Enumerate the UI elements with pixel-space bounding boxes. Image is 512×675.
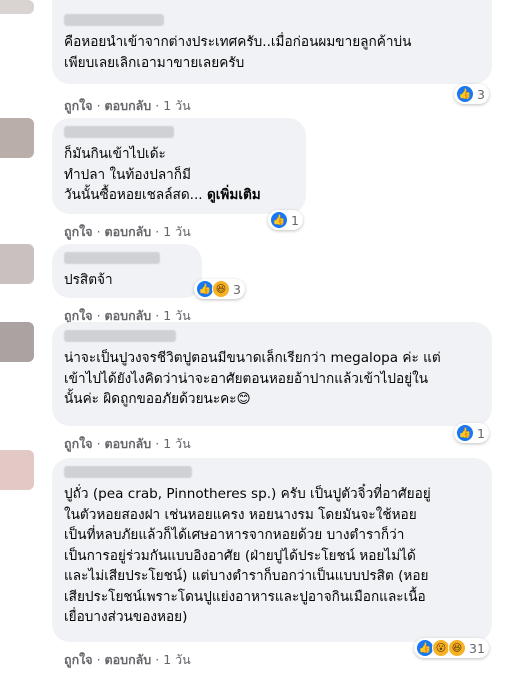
timestamp[interactable]: 1 วัน	[163, 308, 191, 323]
avatar[interactable]	[0, 322, 34, 362]
comment-actions: ถูกใจ · ตอบกลับ · 1 วัน	[64, 436, 191, 451]
like-button[interactable]: ถูกใจ	[64, 98, 93, 113]
like-button[interactable]: ถูกใจ	[64, 652, 93, 667]
timestamp[interactable]: 1 วัน	[163, 224, 191, 239]
comment-bubble: ปูถั่ว (pea crab, Pinnotheres sp.) ครับ …	[52, 458, 492, 642]
reaction-count: 1	[291, 212, 299, 228]
haha-icon: 😆	[448, 639, 466, 657]
timestamp[interactable]: 1 วัน	[163, 436, 191, 451]
reaction-count: 31	[469, 640, 485, 656]
like-icon: 👍	[456, 424, 474, 442]
avatar[interactable]	[0, 244, 34, 284]
comment-bubble: คือหอยนำเข้าจากต่างประเทศครับ..เมื่อก่อน…	[52, 0, 492, 84]
comment-actions: ถูกใจ · ตอบกลับ · 1 วัน	[64, 652, 191, 667]
reaction-summary[interactable]: 👍 1	[454, 423, 489, 443]
comment-body: ก็มันกินเข้าไปเด้ะ ทำปลา ในท้องปลาก็มี ว…	[64, 146, 203, 203]
commenter-name[interactable]	[64, 14, 164, 26]
reaction-count: 3	[477, 86, 485, 102]
reaction-count: 1	[477, 425, 485, 441]
comment-text: ปูถั่ว (pea crab, Pinnotheres sp.) ครับ …	[64, 486, 431, 625]
avatar[interactable]	[0, 0, 34, 14]
like-button[interactable]: ถูกใจ	[64, 224, 93, 239]
avatar[interactable]	[0, 450, 34, 490]
reaction-count: 3	[233, 281, 241, 297]
comment-bubble: ปรสิตจ้า	[52, 244, 202, 298]
timestamp[interactable]: 1 วัน	[163, 98, 191, 113]
comment-text: คือหอยนำเข้าจากต่างประเทศครับ..เมื่อก่อน…	[64, 34, 412, 71]
reply-button[interactable]: ตอบกลับ	[105, 98, 152, 113]
commenter-name[interactable]	[64, 330, 176, 342]
comment-bubble: น่าจะเป็นปูวงจรชีวิตปูตอนมีขนาดเล็กเรียก…	[52, 322, 492, 426]
reply-button[interactable]: ตอบกลับ	[105, 224, 152, 239]
commenter-name[interactable]	[64, 252, 160, 264]
like-button[interactable]: ถูกใจ	[64, 436, 93, 451]
like-icon: 👍	[270, 211, 288, 229]
comment-actions: ถูกใจ · ตอบกลับ · 1 วัน	[64, 98, 191, 113]
comment-bubble: ก็มันกินเข้าไปเด้ะ ทำปลา ในท้องปลาก็มี ว…	[52, 118, 306, 214]
reaction-summary[interactable]: 👍 1	[268, 210, 303, 230]
comment-text: ปรสิตจ้า	[64, 272, 113, 288]
comment-text: น่าจะเป็นปูวงจรชีวิตปูตอนมีขนาดเล็กเรียก…	[64, 350, 441, 407]
see-more-link[interactable]: ดูเพิ่มเติม	[207, 187, 261, 203]
reaction-summary[interactable]: 👍 😮 😆 31	[414, 638, 489, 658]
reaction-summary[interactable]: 👍 3	[454, 84, 489, 104]
commenter-name[interactable]	[64, 126, 174, 138]
commenter-name[interactable]	[64, 466, 192, 478]
comment-text: ก็มันกินเข้าไปเด้ะ ทำปลา ในท้องปลาก็มี ว…	[64, 144, 294, 206]
comment-actions: ถูกใจ · ตอบกลับ · 1 วัน	[64, 224, 191, 239]
reply-button[interactable]: ตอบกลับ	[105, 308, 152, 323]
like-button[interactable]: ถูกใจ	[64, 308, 93, 323]
reaction-summary[interactable]: 👍 😆 3	[194, 279, 245, 299]
haha-icon: 😆	[212, 280, 230, 298]
like-icon: 👍	[456, 85, 474, 103]
reply-button[interactable]: ตอบกลับ	[105, 436, 152, 451]
avatar[interactable]	[0, 118, 34, 158]
timestamp[interactable]: 1 วัน	[163, 652, 191, 667]
reply-button[interactable]: ตอบกลับ	[105, 652, 152, 667]
